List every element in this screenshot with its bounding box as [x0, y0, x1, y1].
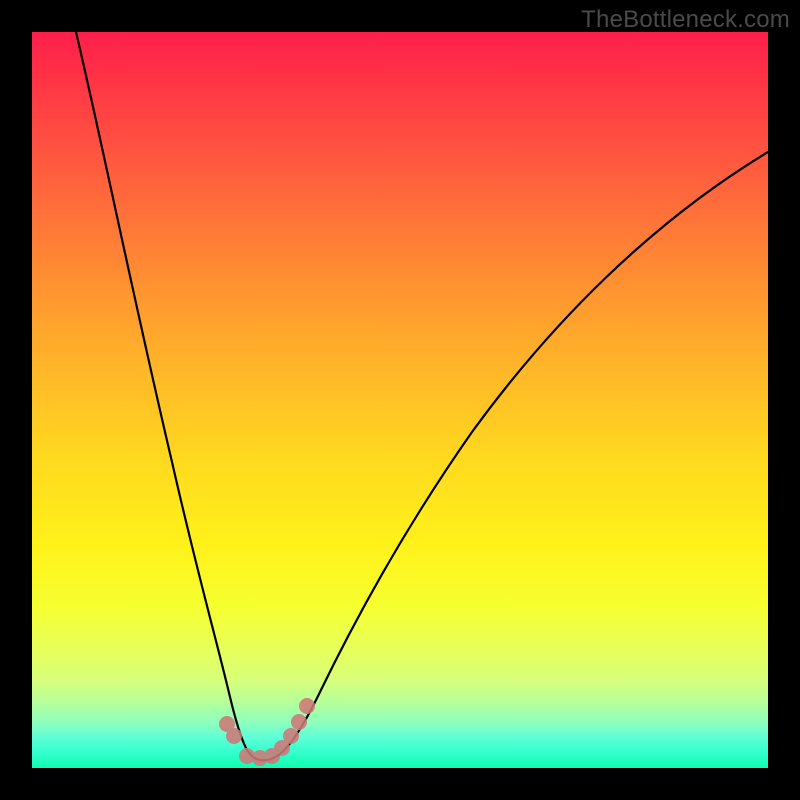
marker-dot: [299, 698, 315, 714]
plot-area: [32, 32, 768, 768]
curve-svg: [32, 32, 768, 768]
chart-frame: TheBottleneck.com: [0, 0, 800, 800]
marker-dot: [283, 728, 299, 744]
watermark-text: TheBottleneck.com: [581, 6, 790, 34]
marker-dot: [226, 728, 242, 744]
bottleneck-curve-path: [76, 32, 768, 760]
marker-dot: [291, 714, 307, 730]
